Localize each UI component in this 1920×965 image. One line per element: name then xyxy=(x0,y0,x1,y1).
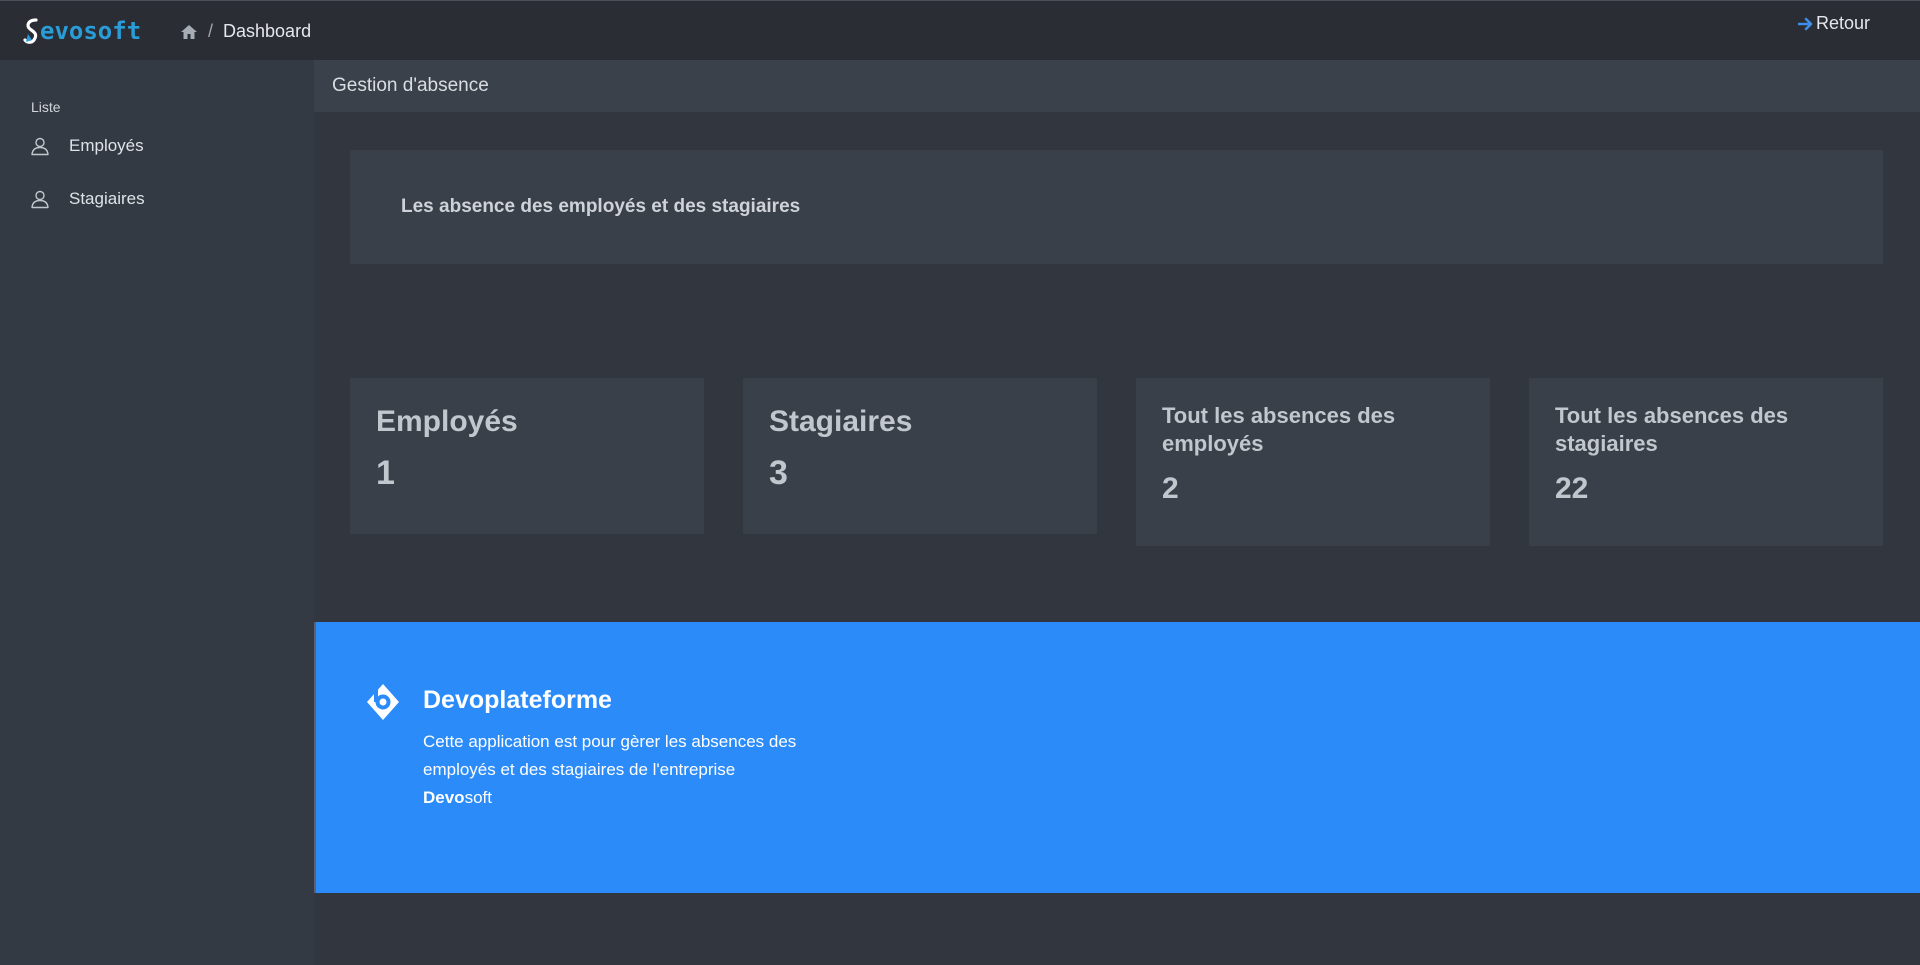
stat-card-title: Employés xyxy=(376,405,518,438)
top-navbar: evosoft / Dashboard Retour xyxy=(0,0,1920,60)
devosoft-logo[interactable]: evosoft xyxy=(22,13,141,49)
stat-card-title: Stagiaires xyxy=(769,405,913,438)
banner-title: Devoplateforme xyxy=(423,686,612,715)
back-button[interactable]: Retour xyxy=(1797,13,1870,34)
banner-company-rest: soft xyxy=(464,788,492,807)
stat-card-employes[interactable]: Employés 1 xyxy=(350,378,704,534)
devoplateforme-logo-icon xyxy=(367,684,399,720)
stat-card-value: 3 xyxy=(769,454,788,492)
stat-card-stagiaires[interactable]: Stagiaires 3 xyxy=(743,378,1097,534)
home-icon[interactable] xyxy=(180,23,198,41)
intro-card: Les absence des employés et des stagiair… xyxy=(350,150,1883,264)
sidebar-section-title: Liste xyxy=(31,99,61,115)
page-subheader: Gestion d'absence xyxy=(314,60,1920,112)
breadcrumb-separator: / xyxy=(208,21,214,41)
stat-card-value: 2 xyxy=(1162,472,1179,505)
breadcrumb: / Dashboard xyxy=(180,21,311,42)
banner-description-text: Cette application est pour gèrer les abs… xyxy=(423,732,797,779)
back-button-label: Retour xyxy=(1815,13,1870,33)
stat-card-absences-employes[interactable]: Tout les absences des employés 2 xyxy=(1136,378,1490,546)
devosoft-logo-mark-icon xyxy=(23,18,38,44)
page-title: Gestion d'absence xyxy=(332,75,489,96)
sidebar-item-stagiaires[interactable]: Stagiaires xyxy=(30,184,290,214)
sidebar-item-label: Employés xyxy=(69,136,144,155)
logo-text: evosoft xyxy=(40,17,142,45)
banner-description: Cette application est pour gèrer les abs… xyxy=(423,728,803,812)
sidebar-item-employes[interactable]: Employés xyxy=(30,131,290,161)
user-icon xyxy=(31,190,49,209)
stat-card-absences-stagiaires[interactable]: Tout les absences des stagiaires 22 xyxy=(1529,378,1883,546)
sidebar: Liste Employés Stagiaires xyxy=(0,60,314,965)
banner-company-bold: Devo xyxy=(423,788,465,807)
stat-card-title: Tout les absences des stagiaires xyxy=(1555,403,1789,456)
arrow-right-icon xyxy=(1797,17,1813,30)
user-icon xyxy=(31,137,49,156)
stat-card-value: 22 xyxy=(1555,472,1589,505)
stat-card-title: Tout les absences des employés xyxy=(1162,403,1396,456)
breadcrumb-current[interactable]: Dashboard xyxy=(223,21,311,42)
intro-text: Les absence des employés et des stagiair… xyxy=(401,196,801,217)
sidebar-item-label: Stagiaires xyxy=(69,189,145,208)
footer-banner: Devoplateforme Cette application est pou… xyxy=(314,622,1920,893)
stat-card-value: 1 xyxy=(376,454,395,492)
banner-title-rest: plateforme xyxy=(484,686,612,714)
banner-title-bold: Devo xyxy=(423,686,485,714)
